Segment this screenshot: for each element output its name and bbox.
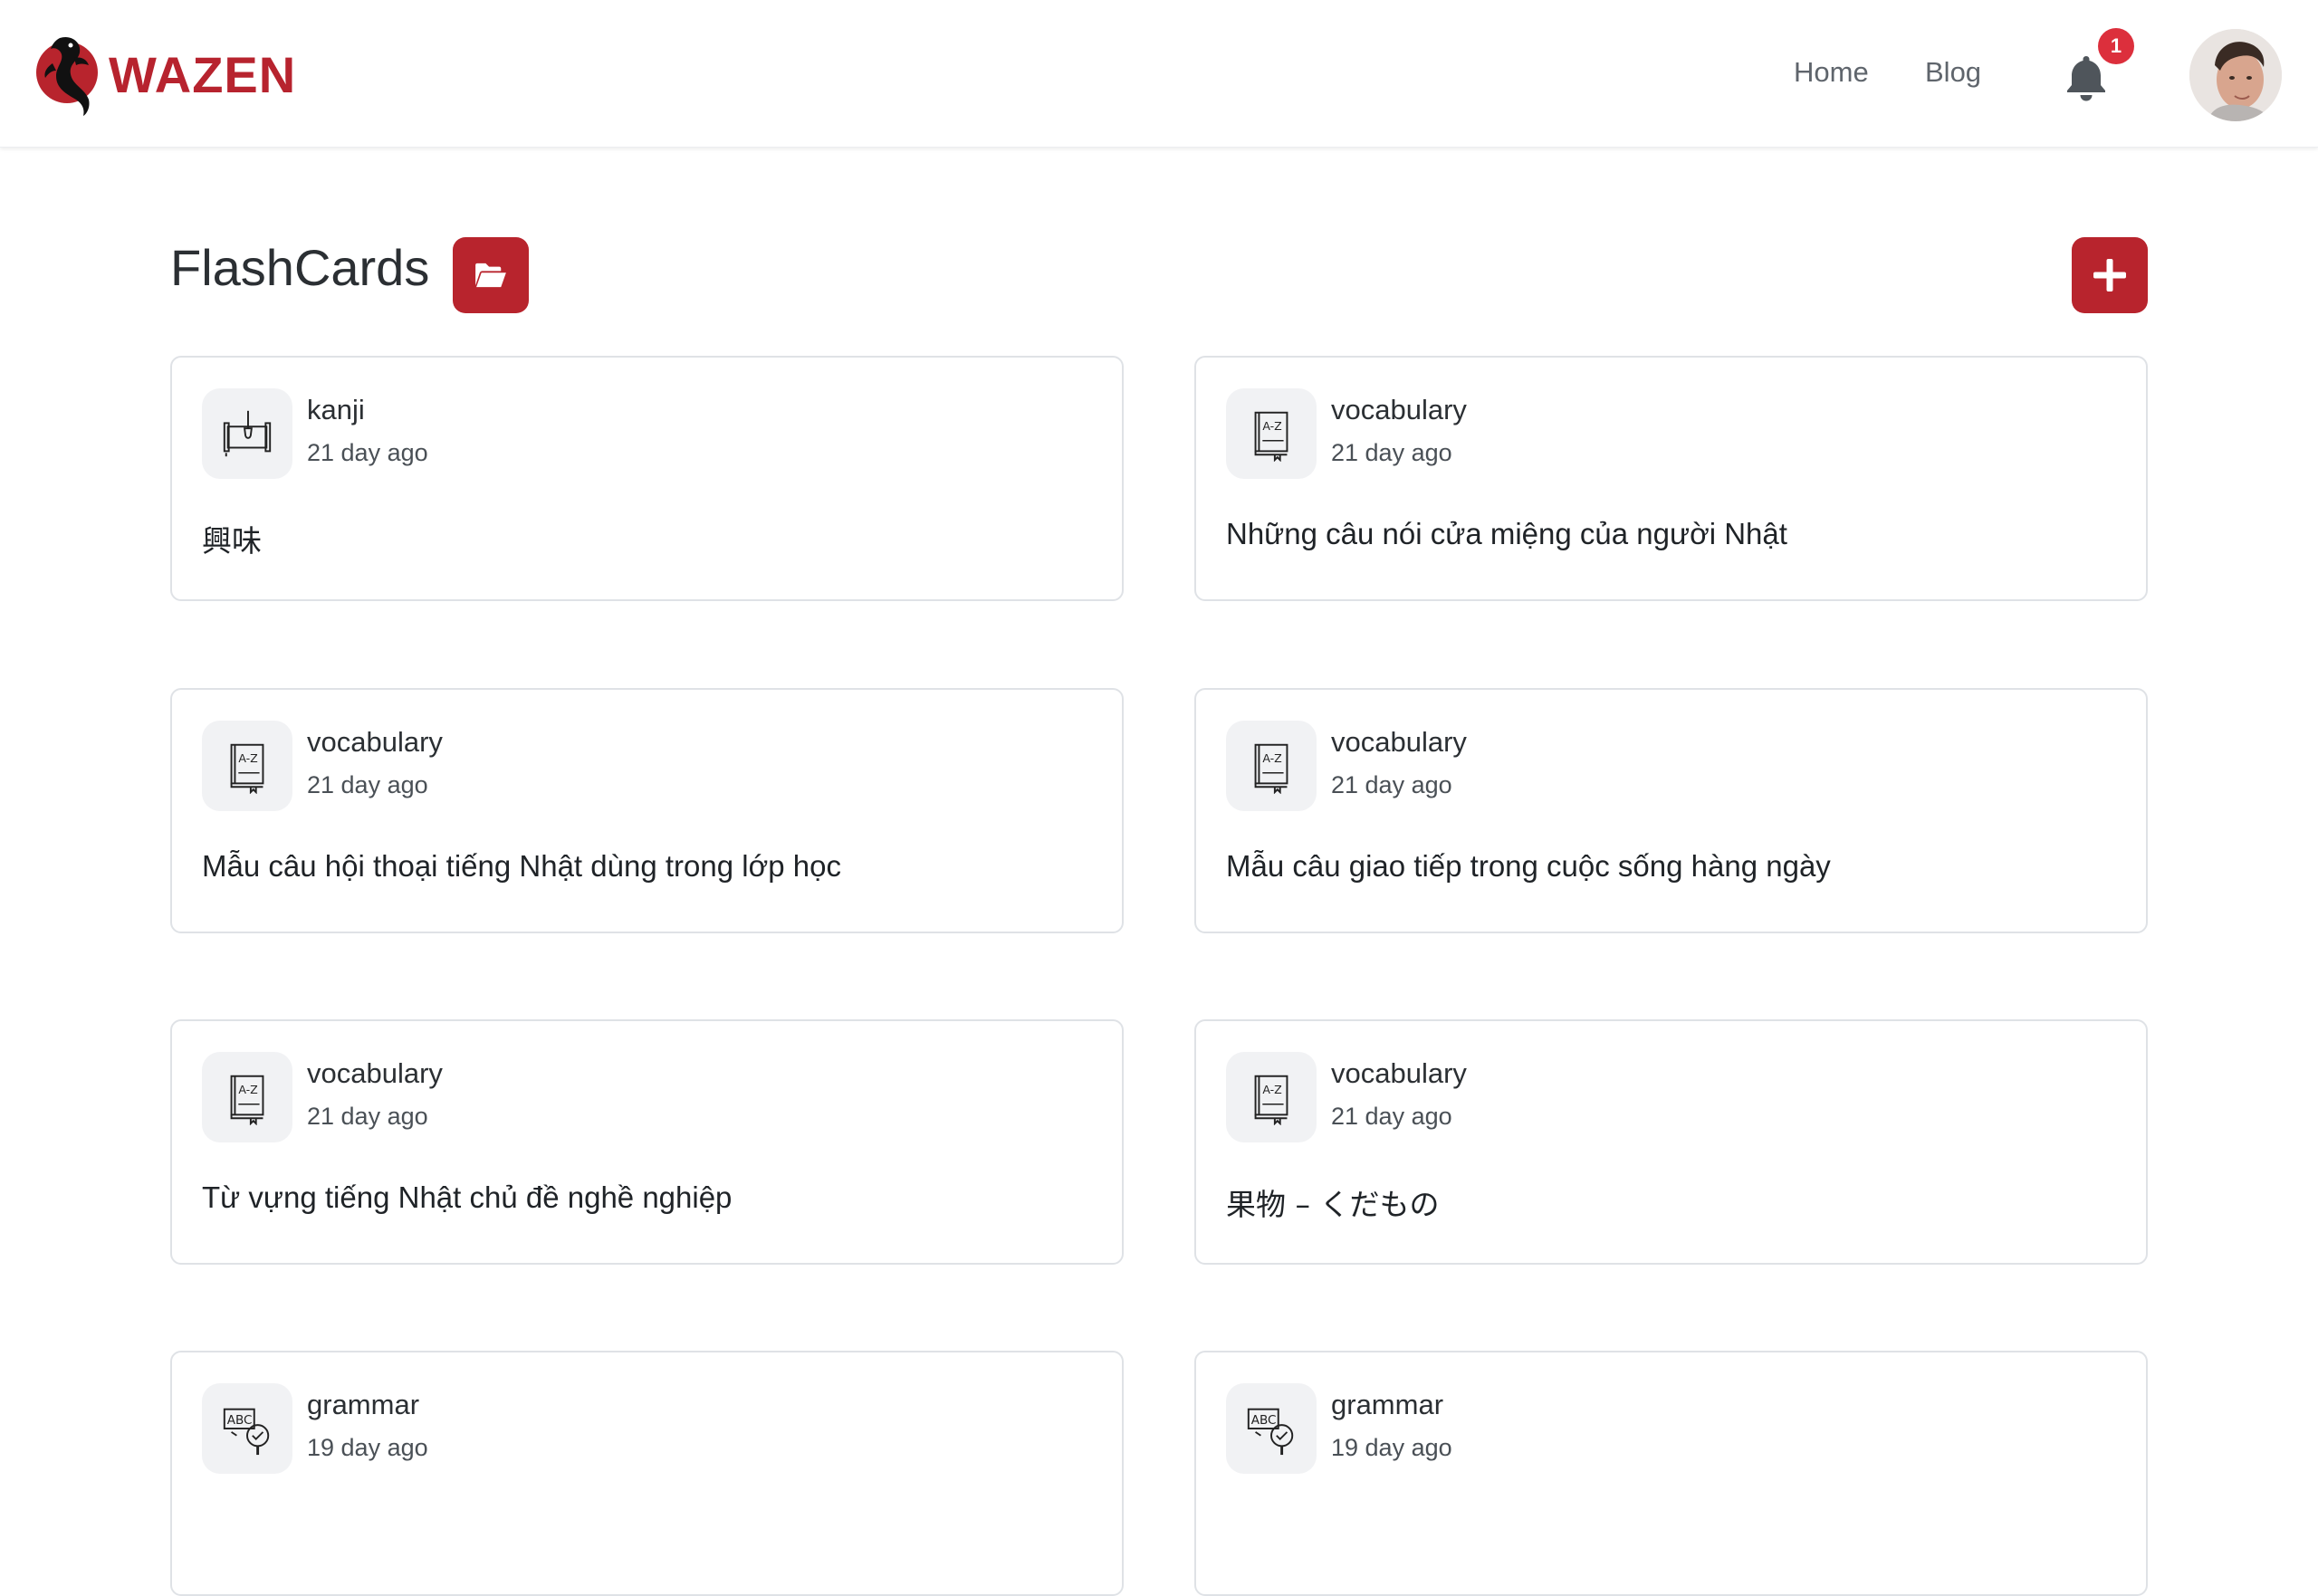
- card-category: vocabulary: [1331, 394, 1467, 425]
- folder-open-icon: [475, 263, 506, 288]
- card-time: 21 day ago: [1331, 1103, 1452, 1130]
- flashcard-card[interactable]: A-Z vocabulary 21 day ago 果物 – くだもの: [1194, 1019, 2148, 1265]
- user-avatar[interactable]: [2189, 29, 2282, 121]
- nav-blog-link[interactable]: Blog: [1925, 56, 1981, 89]
- flashcard-card[interactable]: ABC grammar 19 day ago: [1194, 1351, 2148, 1596]
- card-category: kanji: [307, 394, 365, 425]
- svg-text:ABC: ABC: [227, 1413, 253, 1428]
- svg-text:A-Z: A-Z: [238, 1083, 258, 1096]
- az-book-icon: A-Z: [1226, 721, 1317, 811]
- brand-name: WAZEN: [109, 45, 297, 103]
- brand-logo[interactable]: WAZEN: [34, 31, 296, 118]
- abc-magnifier-icon: ABC: [1226, 1383, 1317, 1474]
- az-book-icon: A-Z: [1226, 1052, 1317, 1142]
- plus-icon: [2093, 259, 2126, 291]
- user-photo-icon: [2189, 29, 2282, 121]
- card-category: vocabulary: [307, 1057, 443, 1089]
- card-title: 果物 – くだもの: [1226, 1187, 1440, 1222]
- flashcard-card[interactable]: A-Z vocabulary 21 day ago Những câu nói …: [1194, 356, 2148, 601]
- card-time: 21 day ago: [307, 1103, 428, 1130]
- flashcard-card[interactable]: A-Z vocabulary 21 day ago Mẫu câu giao t…: [1194, 688, 2148, 933]
- koi-logo-icon: [36, 36, 98, 116]
- card-title: Mẫu câu giao tiếp trong cuộc sống hàng n…: [1226, 849, 1831, 883]
- card-title: Từ vựng tiếng Nhật chủ đề nghề nghiệp: [202, 1180, 733, 1214]
- az-book-icon: A-Z: [202, 721, 292, 811]
- flashcard-card[interactable]: kanji 21 day ago 興味: [170, 356, 1124, 601]
- svg-text:A-Z: A-Z: [1262, 419, 1282, 433]
- svg-text:ABC: ABC: [1251, 1413, 1277, 1428]
- card-category: grammar: [1331, 1389, 1444, 1420]
- flashcard-card[interactable]: A-Z vocabulary 21 day ago Từ vựng tiếng …: [170, 1019, 1124, 1265]
- card-time: 21 day ago: [307, 439, 428, 466]
- folder-button[interactable]: [453, 237, 529, 313]
- card-time: 21 day ago: [1331, 771, 1452, 798]
- svg-text:A-Z: A-Z: [1262, 1083, 1282, 1096]
- card-category: vocabulary: [1331, 726, 1467, 758]
- flashcard-card[interactable]: A-Z vocabulary 21 day ago Mẫu câu hội th…: [170, 688, 1124, 933]
- card-title: 興味: [202, 523, 262, 559]
- svg-text:A-Z: A-Z: [238, 751, 258, 765]
- card-time: 21 day ago: [1331, 439, 1452, 466]
- card-time: 21 day ago: [307, 771, 428, 798]
- az-book-icon: A-Z: [202, 1052, 292, 1142]
- notification-badge: 1: [2098, 28, 2134, 64]
- card-category: vocabulary: [1331, 1057, 1467, 1089]
- top-navbar: WAZEN Home Blog 1: [0, 0, 2318, 148]
- nav-home-link[interactable]: Home: [1794, 56, 1869, 89]
- card-title: Mẫu câu hội thoại tiếng Nhật dùng trong …: [202, 849, 841, 883]
- abc-magnifier-icon: ABC: [202, 1383, 292, 1474]
- az-book-icon: A-Z: [1226, 388, 1317, 479]
- page-title: FlashCards: [170, 239, 430, 296]
- card-category: grammar: [307, 1389, 420, 1420]
- add-flashcard-button[interactable]: [2072, 237, 2148, 313]
- card-title: Những câu nói cửa miệng của người Nhật: [1226, 517, 1787, 550]
- flashcard-card[interactable]: ABC grammar 19 day ago: [170, 1351, 1124, 1596]
- svg-text:A-Z: A-Z: [1262, 751, 1282, 765]
- card-category: vocabulary: [307, 726, 443, 758]
- notification-bell-icon[interactable]: [2063, 53, 2110, 103]
- kanji-scroll-icon: [202, 388, 292, 479]
